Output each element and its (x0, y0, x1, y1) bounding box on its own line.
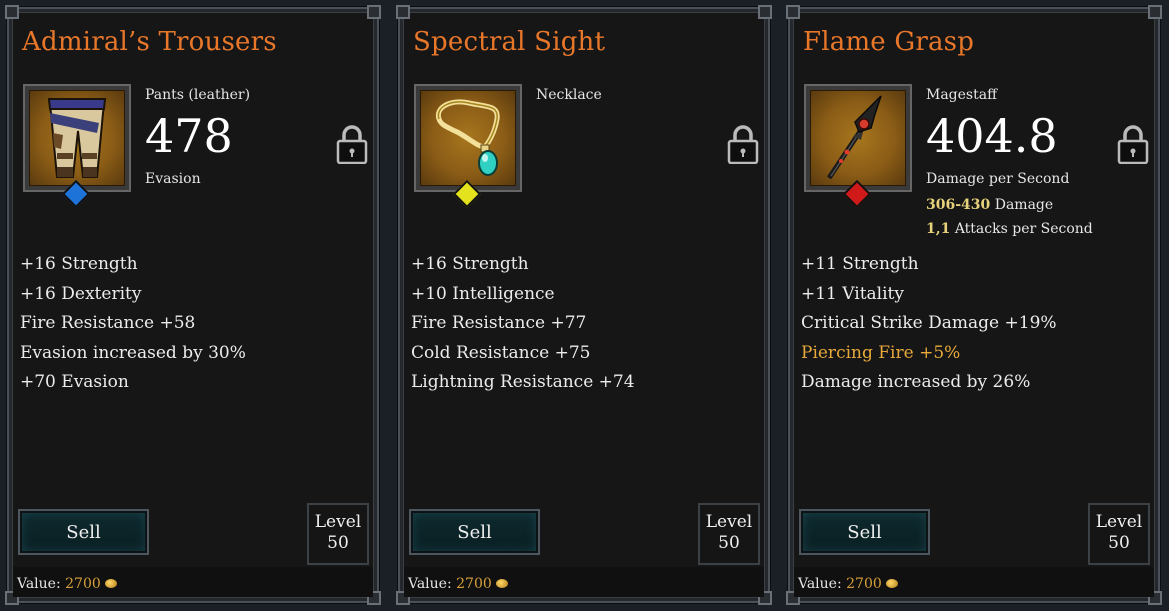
property-line: +11 Strength (801, 254, 919, 274)
property-line: +16 Strength (411, 254, 529, 274)
lock-icon[interactable] (727, 124, 759, 164)
item-title: Flame Grasp (803, 27, 975, 57)
leather-pants-icon (29, 90, 125, 186)
item-properties: +16 Strength +10 Intelligence Fire Resis… (411, 254, 635, 402)
item-icon-frame[interactable] (414, 84, 522, 192)
main-stat-label: Damage per Second (926, 171, 1070, 187)
damage-range: 306-430 (926, 197, 991, 213)
level-label: Level (314, 512, 362, 532)
coin-icon (885, 578, 898, 588)
property-line: Fire Resistance +58 (20, 313, 196, 333)
attack-speed-label: Attacks per Second (954, 221, 1093, 237)
item-card-flame-grasp: Flame Grasp Magestaff 404.8 Damage per S… (786, 5, 1162, 605)
value-row: Value: 2700 (798, 576, 898, 592)
damage-label: Damage (994, 197, 1054, 213)
coin-icon (495, 578, 508, 588)
property-line: +16 Strength (20, 254, 138, 274)
item-card-admirals-trousers: Admiral’s Trousers Pants (leather) 478 E… (5, 5, 381, 605)
level-badge: Level 50 (1088, 503, 1150, 565)
property-line-special: Piercing Fire +5% (801, 342, 961, 363)
item-card-spectral-sight: Spectral Sight Necklace +16 Strength +10… (396, 5, 772, 605)
value-label: Value: (408, 576, 452, 592)
lock-icon[interactable] (336, 124, 368, 164)
sell-button[interactable]: Sell (409, 509, 540, 555)
main-stat-label: Evasion (145, 171, 201, 187)
level-label: Level (1095, 512, 1143, 532)
level-label: Level (705, 512, 753, 532)
level-value: 50 (718, 533, 740, 554)
item-properties: +16 Strength +16 Dexterity Fire Resistan… (20, 254, 246, 402)
item-title: Admiral’s Trousers (22, 27, 277, 57)
coin-icon (104, 578, 117, 588)
property-line: Evasion increased by 30% (20, 342, 246, 363)
sell-button[interactable]: Sell (799, 509, 930, 555)
level-value: 50 (1108, 533, 1130, 554)
item-icon-frame[interactable] (23, 84, 131, 192)
item-properties: +11 Strength +11 Vitality Critical Strik… (801, 254, 1057, 402)
property-line: +70 Evasion (20, 372, 129, 392)
lock-icon[interactable] (1117, 124, 1149, 164)
damage-range-line: 306-430 Damage (926, 197, 1053, 213)
property-line: Cold Resistance +75 (411, 342, 591, 363)
property-line: +16 Dexterity (20, 283, 142, 304)
value-amount: 2700 (65, 576, 101, 592)
necklace-icon (420, 90, 516, 186)
value-label: Value: (798, 576, 842, 592)
item-type: Pants (leather) (145, 87, 251, 103)
level-badge: Level 50 (698, 503, 760, 565)
property-line: Damage increased by 26% (801, 372, 1031, 392)
property-line: Lightning Resistance +74 (411, 372, 635, 392)
item-title: Spectral Sight (413, 27, 606, 57)
level-value: 50 (327, 533, 349, 554)
value-label: Value: (17, 576, 61, 592)
sell-button[interactable]: Sell (18, 509, 149, 555)
level-badge: Level 50 (307, 503, 369, 565)
value-row: Value: 2700 (408, 576, 508, 592)
main-stat-value: 404.8 (926, 109, 1058, 163)
value-amount: 2700 (846, 576, 882, 592)
attack-speed-line: 1,1 Attacks per Second (926, 221, 1093, 237)
property-line: Fire Resistance +77 (411, 313, 587, 333)
item-type: Necklace (536, 87, 602, 103)
item-icon-frame[interactable] (804, 84, 912, 192)
property-line: Critical Strike Damage +19% (801, 313, 1057, 333)
attack-speed: 1,1 (926, 221, 951, 237)
value-amount: 2700 (456, 576, 492, 592)
item-type: Magestaff (926, 87, 998, 103)
property-line: +11 Vitality (801, 283, 904, 304)
value-row: Value: 2700 (17, 576, 117, 592)
property-line: +10 Intelligence (411, 283, 555, 304)
main-stat-value: 478 (145, 109, 233, 163)
magestaff-icon (810, 90, 906, 186)
